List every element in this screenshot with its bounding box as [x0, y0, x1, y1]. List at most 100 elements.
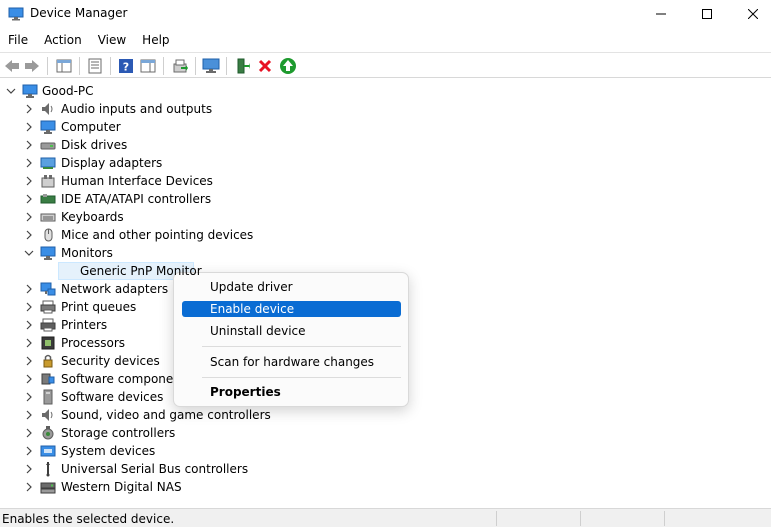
chevron-right-icon [26, 140, 32, 150]
category-label[interactable]: Print queues [61, 298, 136, 316]
category-label[interactable]: Disk drives [61, 136, 127, 154]
category-label[interactable]: Monitors [61, 244, 113, 262]
scan-hardware-button[interactable] [201, 56, 221, 76]
category-expander[interactable] [24, 194, 34, 204]
category-label[interactable]: Processors [61, 334, 125, 352]
category-label[interactable]: Mice and other pointing devices [61, 226, 253, 244]
category-label[interactable]: Computer [61, 118, 121, 136]
ctx-enable-device[interactable]: Enable device [182, 301, 401, 317]
chevron-right-icon [26, 320, 32, 330]
category-label[interactable]: Network adapters [61, 280, 168, 298]
category-expander[interactable] [24, 230, 34, 240]
action-pane-button[interactable] [138, 56, 158, 76]
category-label[interactable]: System devices [61, 442, 155, 460]
category-expander[interactable] [24, 140, 34, 150]
tree-root-label[interactable]: Good-PC [42, 82, 94, 100]
forward-button[interactable] [22, 56, 42, 76]
minimize-button[interactable] [638, 0, 684, 28]
category-expander[interactable] [24, 176, 34, 186]
maximize-button[interactable] [684, 0, 730, 28]
category-label[interactable]: Security devices [61, 352, 160, 370]
category-expander[interactable] [24, 428, 34, 438]
category-label[interactable]: Western Digital NAS [61, 478, 182, 496]
system-icon [40, 445, 56, 457]
add-legacy-icon [237, 58, 250, 74]
category-expander[interactable] [24, 248, 34, 258]
hid-icon [41, 175, 55, 188]
action-pane-icon [140, 59, 156, 73]
add-legacy-hardware-button[interactable] [232, 56, 252, 76]
update-driver-button[interactable] [170, 56, 190, 76]
disk-icon [40, 142, 56, 150]
category-label[interactable]: Sound, video and game controllers [61, 406, 271, 424]
chevron-down-icon [24, 250, 34, 256]
category-expander[interactable] [24, 392, 34, 402]
toolbar-separator [79, 57, 80, 75]
chevron-right-icon [26, 464, 32, 474]
category-expander[interactable] [24, 410, 34, 420]
category-expander[interactable] [24, 446, 34, 456]
enable-device-icon [280, 58, 296, 74]
chevron-right-icon [26, 446, 32, 456]
category-expander[interactable] [24, 302, 34, 312]
close-button[interactable] [730, 0, 771, 28]
ctx-scan-hardware[interactable]: Scan for hardware changes [182, 354, 401, 370]
toolbar-separator [110, 57, 111, 75]
maximize-icon [702, 9, 712, 19]
root-expander[interactable] [6, 86, 16, 96]
category-label[interactable]: Human Interface Devices [61, 172, 213, 190]
back-button[interactable] [2, 56, 22, 76]
title-bar: Device Manager [0, 0, 771, 28]
menu-view[interactable]: View [90, 29, 134, 51]
speaker-icon [42, 103, 53, 115]
category-label[interactable]: Display adapters [61, 154, 162, 172]
chevron-right-icon [26, 104, 32, 114]
print-queue-icon [40, 300, 56, 314]
category-expander[interactable] [24, 122, 34, 132]
category-expander[interactable] [24, 284, 34, 294]
category-expander[interactable] [24, 158, 34, 168]
category-label[interactable]: IDE ATA/ATAPI controllers [61, 190, 211, 208]
storage-icon [42, 426, 54, 440]
computer-icon [40, 120, 56, 134]
menu-action[interactable]: Action [36, 29, 90, 51]
toolbar-separator [163, 57, 164, 75]
ctx-uninstall-device[interactable]: Uninstall device [182, 323, 401, 339]
computer-root-icon [22, 84, 38, 98]
properties-button[interactable] [85, 56, 105, 76]
enable-device-button[interactable] [278, 56, 298, 76]
show-hide-console-tree-icon [56, 59, 72, 73]
category-label[interactable]: Printers [61, 316, 107, 334]
ctx-update-driver[interactable]: Update driver [182, 279, 401, 295]
show-hide-console-tree-button[interactable] [54, 56, 74, 76]
menu-file[interactable]: File [0, 29, 36, 51]
category-expander[interactable] [24, 338, 34, 348]
software-device-icon [43, 389, 53, 405]
chevron-right-icon [26, 302, 32, 312]
help-button[interactable]: ? [116, 56, 136, 76]
category-expander[interactable] [24, 464, 34, 474]
category-expander[interactable] [24, 482, 34, 492]
uninstall-button[interactable] [255, 56, 275, 76]
category-label[interactable]: Software component [61, 370, 186, 388]
context-menu: Update driver Enable device Uninstall de… [173, 272, 409, 407]
menu-help[interactable]: Help [134, 29, 177, 51]
chevron-right-icon [26, 374, 32, 384]
help-icon: ? [119, 59, 133, 74]
category-label[interactable]: Software devices [61, 388, 163, 406]
window-title: Device Manager [30, 6, 128, 20]
category-expander[interactable] [24, 320, 34, 330]
usb-icon [46, 462, 50, 477]
category-expander[interactable] [24, 104, 34, 114]
device-label[interactable]: Generic PnP Monitor [80, 262, 202, 280]
category-label[interactable]: Universal Serial Bus controllers [61, 460, 248, 478]
category-label[interactable]: Audio inputs and outputs [61, 100, 212, 118]
category-label[interactable]: Storage controllers [61, 424, 175, 442]
category-label[interactable]: Keyboards [61, 208, 124, 226]
status-text: Enables the selected device. [2, 512, 175, 526]
ctx-properties[interactable]: Properties [182, 384, 401, 400]
category-expander[interactable] [24, 374, 34, 384]
category-expander[interactable] [24, 356, 34, 366]
category-expander[interactable] [24, 212, 34, 222]
toolbar-separator [47, 57, 48, 75]
